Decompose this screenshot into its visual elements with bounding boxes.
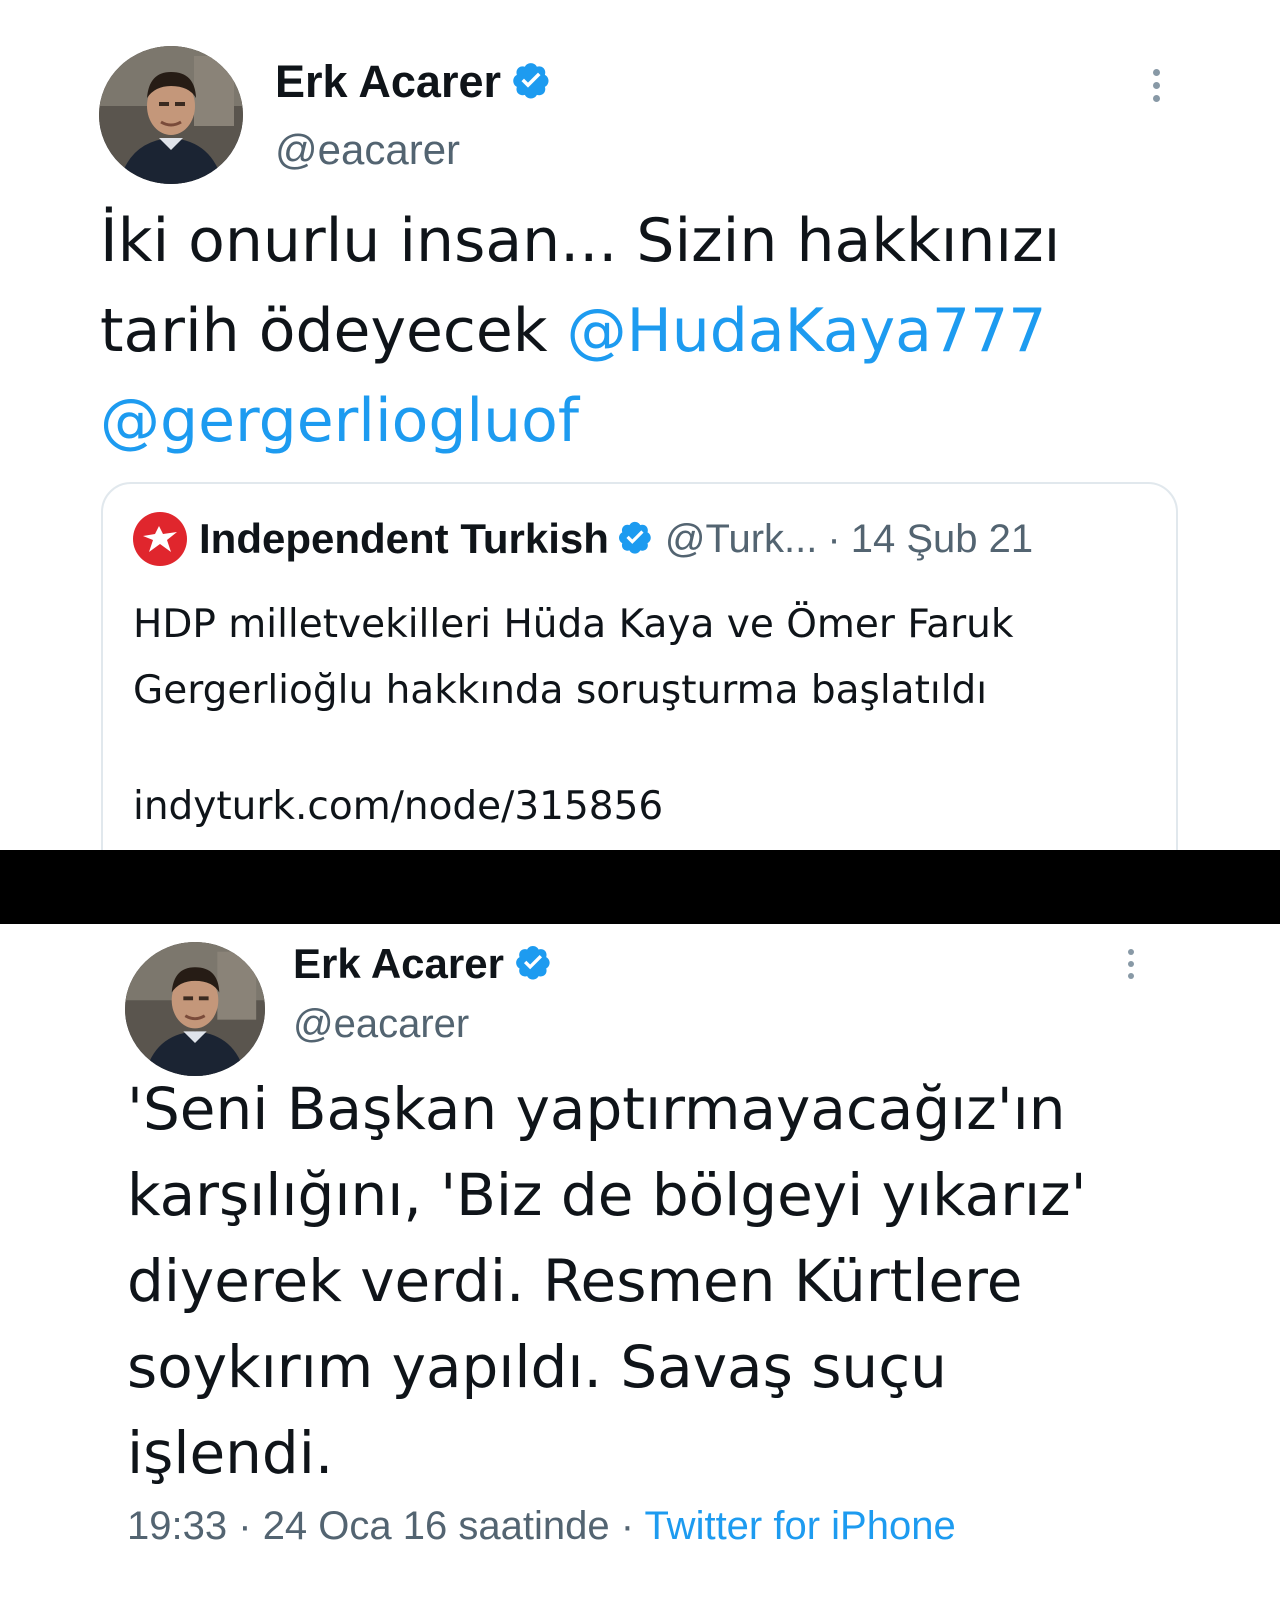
- tweet-date[interactable]: 24 Oca 16 saatinde: [263, 1504, 610, 1548]
- tweet-source-link[interactable]: Twitter for iPhone: [644, 1504, 955, 1548]
- quoted-tweet-date[interactable]: 14 Şub 21: [851, 517, 1033, 562]
- tweet-1[interactable]: Erk Acarer @eacarer İki onurlu insan... …: [0, 0, 1280, 850]
- mention-link[interactable]: @gergerliogluof: [100, 376, 1060, 466]
- handle[interactable]: @eacarer: [275, 126, 460, 174]
- quoted-tweet-card[interactable]: Independent Turkish @Turk... · 14 Şub 21…: [101, 482, 1178, 850]
- quoted-author-handle[interactable]: @Turk...: [665, 517, 817, 562]
- tweet-text-line: İki onurlu insan... Sizin hakkınızı: [100, 206, 1061, 276]
- tweet-text-line: karşılığını, 'Biz de bölgeyi yıkarız': [127, 1161, 1087, 1229]
- meta-separator: ·: [238, 1504, 252, 1548]
- verified-badge-icon: [617, 519, 653, 559]
- meta-separator: ·: [620, 1504, 635, 1548]
- quoted-tweet-link[interactable]: indyturk.com/node/315856: [133, 784, 663, 829]
- image-separator-bar: [0, 850, 1280, 924]
- display-name[interactable]: Erk Acarer: [293, 940, 504, 988]
- tweet-text-line: tarih ödeyecek @HudaKaya777: [100, 286, 1060, 376]
- tweet-text-line: diyerek verdi. Resmen Kürtlere: [127, 1247, 1023, 1315]
- tweet-text: İki onurlu insan... Sizin hakkınızı tari…: [100, 196, 1060, 466]
- quoted-author-name[interactable]: Independent Turkish: [199, 515, 609, 563]
- quoted-text-line: HDP milletvekilleri Hüda Kaya ve Ömer Fa…: [133, 602, 1014, 647]
- display-name[interactable]: Erk Acarer: [275, 56, 501, 108]
- verified-badge-icon: [514, 943, 552, 985]
- tweet-meta: 19:33 · 24 Oca 16 saatinde · Twitter for…: [127, 1504, 956, 1549]
- tweet-2[interactable]: Erk Acarer @eacarer 'Seni Başkan yaptırm…: [0, 924, 1280, 1600]
- quoted-tweet-text: HDP milletvekilleri Hüda Kaya ve Ömer Fa…: [133, 592, 1013, 724]
- avatar-photo: [125, 942, 265, 1076]
- verified-badge-icon: [511, 60, 551, 104]
- author-row: Erk Acarer: [293, 940, 552, 988]
- tweet-text-plain: tarih ödeyecek: [100, 296, 567, 366]
- tweet-time[interactable]: 19:33: [127, 1504, 227, 1548]
- tweet-text: 'Seni Başkan yaptırmayacağız'ın karşılığ…: [127, 1066, 1087, 1496]
- quoted-tweet-header: Independent Turkish @Turk... · 14 Şub 21: [133, 512, 1033, 566]
- independent-eagle-logo-icon: [133, 512, 187, 566]
- mention-link[interactable]: @HudaKaya777: [567, 296, 1047, 366]
- tweet-text-line: soykırım yapıldı. Savaş suçu: [127, 1333, 947, 1401]
- avatar-photo: [99, 46, 243, 184]
- handle[interactable]: @eacarer: [293, 1002, 469, 1047]
- author-row: Erk Acarer: [275, 56, 551, 108]
- quoted-text-line: Gergerlioğlu hakkında soruşturma başlatı…: [133, 668, 988, 713]
- more-vertical-icon[interactable]: [1150, 66, 1162, 105]
- tweet-text-line: işlendi.: [127, 1419, 334, 1487]
- avatar[interactable]: [99, 46, 243, 184]
- tweet-text-line: 'Seni Başkan yaptırmayacağız'ın: [127, 1075, 1066, 1143]
- more-vertical-icon[interactable]: [1125, 946, 1137, 982]
- meta-separator: ·: [827, 516, 841, 561]
- avatar[interactable]: [125, 942, 265, 1076]
